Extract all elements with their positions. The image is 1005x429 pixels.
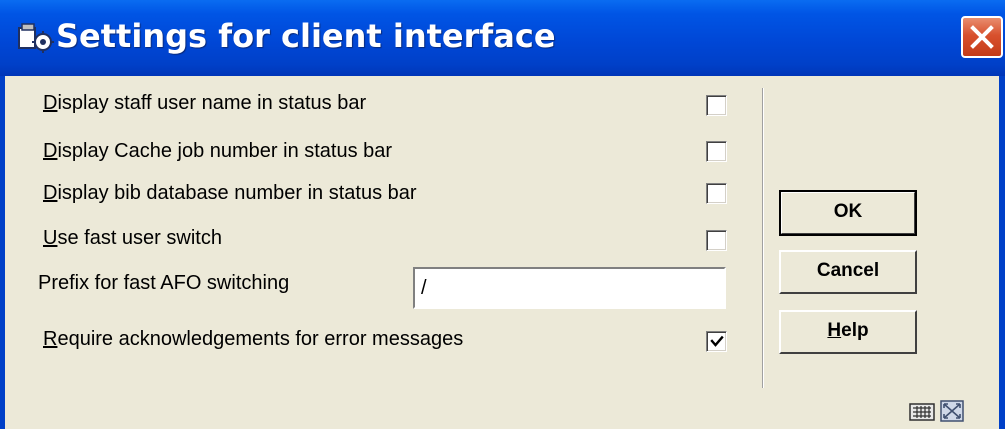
title-bar[interactable]: Settings for client interface (0, 0, 1005, 76)
checkmark-icon (710, 335, 724, 347)
keyboard-icon[interactable] (909, 403, 935, 421)
status-icons (909, 400, 964, 422)
checkbox-fast-user-switch[interactable] (706, 230, 727, 251)
setting-label-fast-user-switch[interactable]: Use fast user switch (43, 227, 222, 250)
ok-button[interactable]: OK (779, 190, 917, 236)
window-frame-right (999, 76, 1005, 429)
label-text: isplay Cache job number in status bar (57, 140, 393, 162)
checkbox-cache-job-number[interactable] (706, 141, 727, 162)
mnemonic: R (43, 328, 58, 350)
checkbox-require-acknowledgements[interactable] (706, 331, 727, 352)
mnemonic: H (827, 320, 842, 341)
vertical-divider (762, 88, 764, 388)
close-icon (970, 25, 994, 49)
mnemonic: U (43, 227, 58, 249)
help-button[interactable]: Help (779, 310, 917, 354)
label-text: isplay staff user name in status bar (57, 92, 367, 114)
setting-label-bib-database-number[interactable]: Display bib database number in status ba… (43, 182, 417, 205)
window-frame-left (0, 76, 5, 429)
label-text: isplay bib database number in status bar (57, 182, 417, 204)
mnemonic: D (43, 140, 58, 162)
prefix-label: Prefix for fast AFO switching (38, 272, 290, 294)
mnemonic: D (43, 182, 58, 204)
resize-icon[interactable] (940, 400, 964, 422)
close-button[interactable] (961, 16, 1003, 58)
button-text: elp (841, 320, 869, 341)
checkbox-bib-database-number[interactable] (706, 183, 727, 204)
app-icon (18, 23, 54, 53)
checkbox-staff-user-name[interactable] (706, 95, 727, 116)
window-title: Settings for client interface (56, 17, 556, 55)
label-text: equire acknowledgements for error messag… (57, 328, 464, 350)
setting-label-staff-user-name[interactable]: Display staff user name in status bar (43, 92, 366, 115)
prefix-input[interactable] (413, 267, 726, 309)
cancel-button[interactable]: Cancel (779, 250, 917, 294)
label-text: se fast user switch (57, 227, 222, 249)
mnemonic: D (43, 92, 58, 114)
setting-label-cache-job-number[interactable]: Display Cache job number in status bar (43, 140, 392, 163)
setting-label-require-acknowledgements[interactable]: Require acknowledgements for error messa… (43, 328, 463, 351)
